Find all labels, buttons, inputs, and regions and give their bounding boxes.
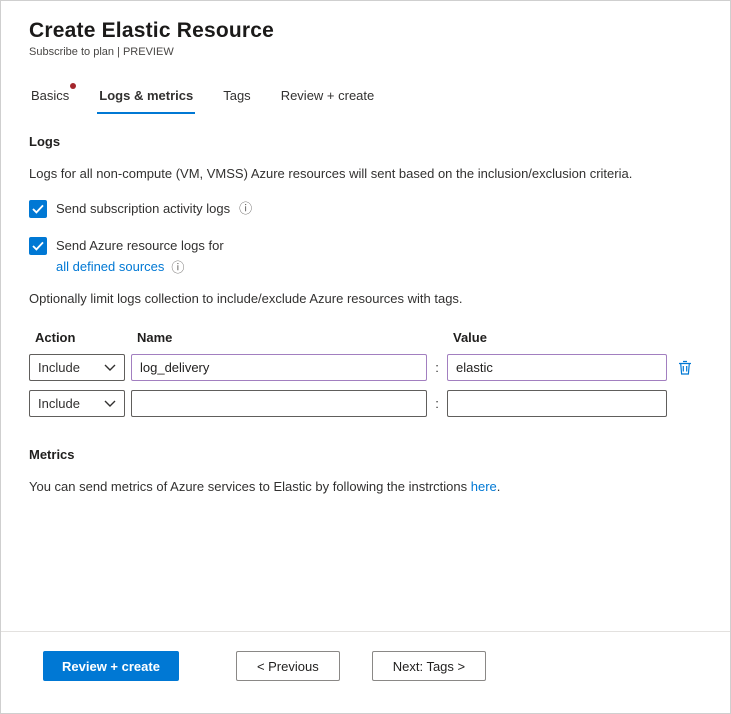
page-title: Create Elastic Resource: [29, 19, 702, 43]
column-header-name: Name: [131, 330, 427, 345]
tag-filter-row: Include :: [29, 390, 702, 417]
tags-hint-text: Optionally limit logs collection to incl…: [29, 291, 702, 306]
tag-value-input[interactable]: [447, 354, 667, 381]
metrics-description: You can send metrics of Azure services t…: [29, 479, 702, 494]
tab-tags[interactable]: Tags: [221, 88, 252, 114]
previous-button[interactable]: < Previous: [236, 651, 340, 681]
action-select-value: Include: [38, 360, 80, 375]
metrics-text-after: .: [497, 479, 501, 494]
check-icon: [32, 241, 44, 251]
check-icon: [32, 204, 44, 214]
activity-logs-label: Send subscription activity logs: [56, 200, 230, 216]
metrics-text-before: You can send metrics of Azure services t…: [29, 479, 471, 494]
activity-logs-row: Send subscription activity logs ⓘ: [29, 200, 702, 218]
chevron-down-icon: [104, 400, 116, 407]
name-value-separator: :: [433, 396, 441, 411]
action-select[interactable]: Include: [29, 390, 125, 417]
create-elastic-resource-page: Create Elastic Resource Subscribe to pla…: [0, 0, 731, 714]
tab-logs-metrics-label: Logs & metrics: [99, 88, 193, 103]
info-icon[interactable]: ⓘ: [239, 200, 252, 215]
logs-section-heading: Logs: [29, 134, 702, 149]
action-select-value: Include: [38, 396, 80, 411]
name-value-separator: :: [433, 360, 441, 375]
trash-icon: [677, 359, 693, 376]
tab-basics[interactable]: Basics: [29, 88, 71, 114]
delete-row-button[interactable]: [673, 356, 697, 380]
tab-basics-label: Basics: [31, 88, 69, 103]
all-defined-sources-link[interactable]: all defined sources: [56, 259, 164, 274]
activity-logs-checkbox[interactable]: [29, 200, 47, 218]
tab-bar: Basics Logs & metrics Tags Review + crea…: [29, 88, 702, 114]
metrics-section-heading: Metrics: [29, 447, 702, 462]
error-dot-icon: [70, 83, 76, 89]
tab-review-create-label: Review + create: [281, 88, 375, 103]
info-icon[interactable]: ⓘ: [171, 259, 184, 274]
tag-filter-row: Include :: [29, 354, 702, 381]
tag-name-input[interactable]: [131, 390, 427, 417]
tag-table-header: Action Name Value: [29, 330, 702, 345]
logs-description: Logs for all non-compute (VM, VMSS) Azur…: [29, 166, 702, 181]
tag-name-input[interactable]: [131, 354, 427, 381]
tab-tags-label: Tags: [223, 88, 250, 103]
column-header-spacer: [433, 330, 441, 345]
column-header-value: Value: [447, 330, 667, 345]
chevron-down-icon: [104, 364, 116, 371]
metrics-here-link[interactable]: here: [471, 479, 497, 494]
column-header-action: Action: [29, 330, 125, 345]
resource-logs-row: Send Azure resource logs for all defined…: [29, 237, 702, 274]
footer-bar: Review + create < Previous Next: Tags >: [1, 631, 730, 713]
review-create-button[interactable]: Review + create: [43, 651, 179, 681]
tab-review-create[interactable]: Review + create: [279, 88, 377, 114]
tab-logs-metrics[interactable]: Logs & metrics: [97, 88, 195, 114]
page-subtitle: Subscribe to plan | PREVIEW: [29, 46, 702, 58]
tag-value-input[interactable]: [447, 390, 667, 417]
resource-logs-checkbox[interactable]: [29, 237, 47, 255]
next-tags-button[interactable]: Next: Tags >: [372, 651, 486, 681]
action-select[interactable]: Include: [29, 354, 125, 381]
resource-logs-label: Send Azure resource logs for: [56, 237, 224, 253]
